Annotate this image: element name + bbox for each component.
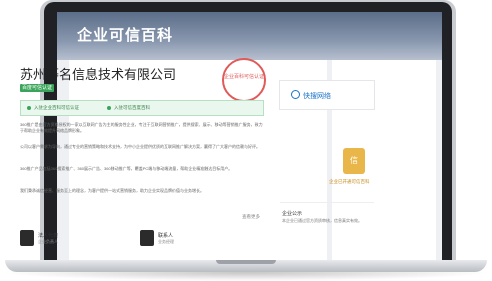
- check-icon: [107, 106, 111, 110]
- company-name: 苏州蓦名信息技术有限公司: [20, 67, 177, 82]
- screen: 企业可信百科: [57, 12, 442, 260]
- side-text: 本企业已通过官方资质审核，信息真实有效。: [282, 218, 362, 223]
- certification-stamp: 企业百科可信认证: [222, 58, 266, 102]
- company-logo-text: 快搜网络: [303, 93, 331, 100]
- intro-paragraph: 360推广产品包括360搜索推广、360展示广告、360移动推广等，覆盖PC端与…: [20, 166, 233, 171]
- more-link[interactable]: 查看更多: [242, 214, 260, 220]
- avatar: [20, 230, 34, 246]
- person-name: 法人代表: [38, 233, 59, 239]
- logo-icon: [291, 90, 300, 99]
- verified-badge: 百度可信认证: [20, 84, 54, 92]
- highlights-box: 入驻企业百科可信认证 入驻可信百度百科: [20, 100, 264, 116]
- side-heading: 企业公示: [282, 211, 303, 217]
- laptop-notch: [216, 260, 276, 264]
- people-row: 法人代表 企业负责人 联系人 业务经理: [20, 226, 264, 248]
- intro-paragraph: 公司以客户需求为导向，通过专业的营销策略和技术支持，为中小企业提供优质的互联网推…: [20, 144, 260, 149]
- person-name: 联系人: [158, 233, 174, 239]
- person-role: 业务经理: [158, 239, 174, 244]
- highlight-item: 入驻可信百度百科: [114, 105, 150, 110]
- highlight-item: 入驻企业百科可信认证: [34, 105, 79, 110]
- intro-paragraph: 360推广是由官方资格授权的一家以互联网广告为主的服务性企业，专注于互联网营销推…: [20, 122, 263, 134]
- divider: [280, 202, 374, 203]
- check-icon: [27, 106, 31, 110]
- person-role: 企业负责人: [38, 239, 58, 244]
- banner-title: 企业可信百科: [77, 27, 174, 44]
- trust-medal-icon: 信: [343, 148, 365, 174]
- avatar: [140, 230, 154, 246]
- medal-label: 企业已开通可信百科: [329, 179, 370, 184]
- intro-paragraph: 我们秉承诚信经营、服务至上的理念，为客户提供一站式营销服务，助力企业实现品牌价值…: [20, 188, 204, 193]
- stamp-text: 企业百科可信认证: [224, 74, 265, 80]
